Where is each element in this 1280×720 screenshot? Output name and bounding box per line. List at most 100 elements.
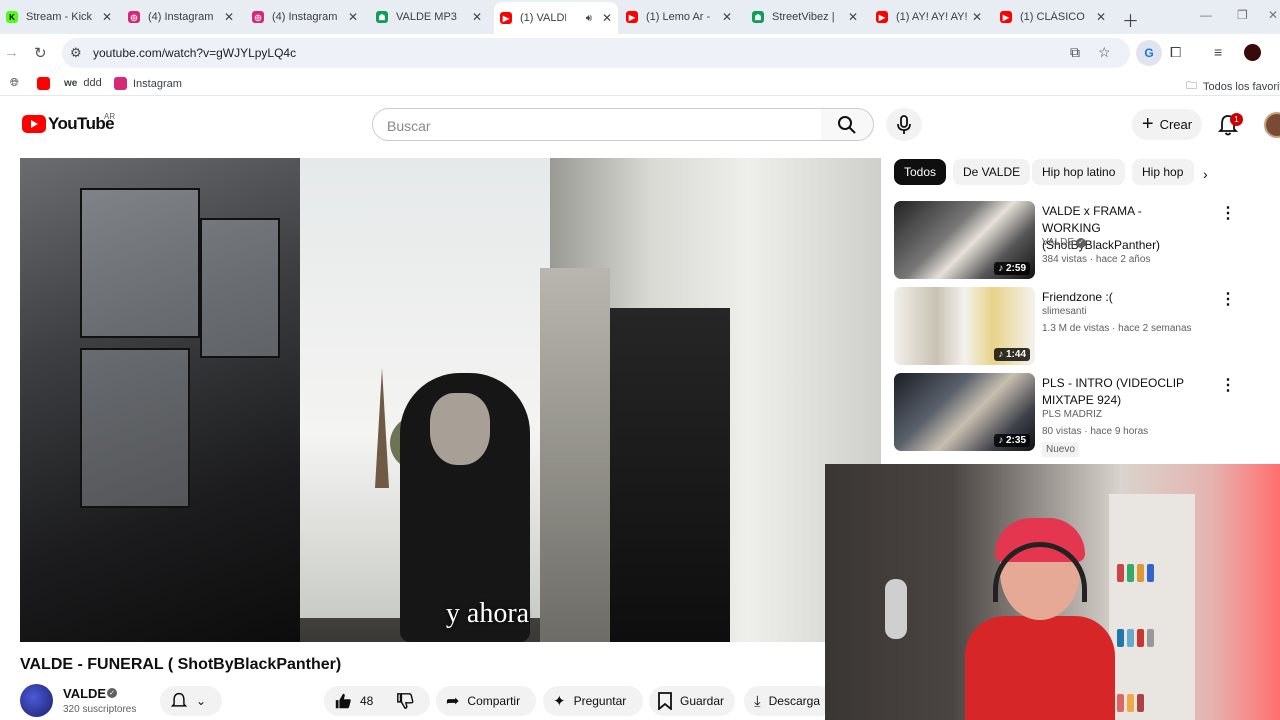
recommendation-item[interactable]: ♪ 2:35 PLS - INTRO (VIDEOCLIP MIXTAPE 92… xyxy=(894,373,1236,457)
instagram-icon: ◎ xyxy=(128,11,140,23)
sparkle-icon: ✦ xyxy=(553,693,566,710)
instagram-icon: ◎ xyxy=(252,11,264,23)
close-icon[interactable]: ✕ xyxy=(602,11,612,25)
youtube-logo[interactable]: YouTube xyxy=(22,114,115,134)
microphone-icon xyxy=(897,114,911,134)
close-icon[interactable]: ✕ xyxy=(848,10,858,24)
search-input[interactable]: Buscar xyxy=(372,108,822,141)
bookmark-ddd[interactable]: we ddd xyxy=(64,77,102,89)
browser-tab[interactable]: ▶ (1) Lemo Ar - ✕ xyxy=(620,4,738,30)
recommendation-title: Friendzone :( xyxy=(1042,290,1113,304)
video-thumbnail[interactable]: ♪ 2:59 xyxy=(894,201,1035,279)
recommendation-item[interactable]: ♪ 1:44 Friendzone :( slimesanti 1.3 M de… xyxy=(894,287,1236,367)
browser-profile-avatar[interactable] xyxy=(1244,44,1261,61)
download-icon: ⤓ xyxy=(754,692,761,710)
address-bar[interactable]: ⚙ youtube.com/watch?v=gWJYLpyLQ4c ⧉ ☆ xyxy=(62,38,1130,68)
recommendation-meta: 80 vistas · hace 9 horas xyxy=(1042,426,1149,437)
tab-label: (4) Instagram xyxy=(148,11,214,23)
extensions-icon[interactable]: ⧠ xyxy=(1170,44,1181,61)
save-label: Guardar xyxy=(680,694,725,708)
minimize-icon[interactable]: — xyxy=(1200,8,1212,22)
account-avatar[interactable] xyxy=(1264,112,1280,138)
bell-icon xyxy=(170,692,188,707)
duration-badge: ♪ 2:59 xyxy=(994,262,1030,275)
bookmark-youtube[interactable] xyxy=(37,77,50,90)
youtube-icon: ▶ xyxy=(1000,11,1012,23)
chip-from-valde[interactable]: De VALDE xyxy=(953,159,1031,185)
webcam-shelf xyxy=(1105,494,1195,720)
bookmark-star-icon[interactable]: ☆ xyxy=(1098,44,1111,61)
close-icon[interactable]: ✕ xyxy=(1096,10,1106,24)
chevron-right-icon[interactable]: › xyxy=(1203,166,1208,182)
chip-latin-hip-hop[interactable]: Hip hop latino xyxy=(1032,159,1126,185)
duration-text: 1:44 xyxy=(1005,349,1026,360)
browser-tab-active[interactable]: ▶ (1) VALDE 🔊︎ ✕ xyxy=(494,2,618,34)
new-tab-button[interactable]: ＋ xyxy=(1122,7,1139,32)
youtube-icon xyxy=(37,77,50,90)
reload-icon[interactable]: ↻ xyxy=(34,44,47,62)
chevron-down-icon: ⌄ xyxy=(196,694,207,708)
youtube-icon: ▶ xyxy=(626,11,638,23)
close-icon[interactable]: ✕ xyxy=(224,10,234,24)
browser-tab[interactable]: ◎ (4) Instagram ✕ xyxy=(246,4,364,30)
webcam-microphone xyxy=(885,579,907,639)
chip-all[interactable]: Todos xyxy=(894,159,947,185)
more-options-icon[interactable]: ⋮ xyxy=(1220,203,1236,223)
translate-icon[interactable]: G xyxy=(1136,40,1162,66)
browser-tab[interactable]: ☗ StreetVibez | ✕ xyxy=(746,4,864,30)
site-settings-icon[interactable]: ⚙ xyxy=(70,45,82,61)
browser-tab[interactable]: K Stream - Kick ✕ xyxy=(0,4,118,30)
video-thumbnail[interactable]: ♪ 2:35 xyxy=(894,373,1035,451)
video-thumbnail[interactable]: ♪ 1:44 xyxy=(894,287,1035,365)
install-app-icon[interactable]: ⧉ xyxy=(1070,44,1080,61)
close-icon[interactable]: ✕ xyxy=(348,10,358,24)
share-icon: ➦ xyxy=(446,693,460,710)
browser-tab[interactable]: ▶ (1) AY! AY! AY! ✕ xyxy=(870,4,988,30)
chip-hip-hop[interactable]: Hip hop xyxy=(1132,159,1194,185)
browser-tab[interactable]: ▶ (1) CLÁSICO ✕ xyxy=(994,4,1112,30)
bookmarks-folder-label: Todos los favoritos xyxy=(1203,80,1280,93)
webcam-overlay xyxy=(825,464,1280,720)
tab-label: (1) VALDE xyxy=(520,12,566,24)
channel-name[interactable]: VALDE xyxy=(63,686,106,701)
more-options-icon[interactable]: ⋮ xyxy=(1220,375,1236,395)
dislike-button[interactable] xyxy=(396,686,414,716)
ask-label: Preguntar xyxy=(573,694,627,708)
all-bookmarks-folder[interactable]: 🗀 Todos los favoritos xyxy=(1186,77,1280,96)
video-player[interactable]: y ahora xyxy=(20,158,881,642)
browser-toolbar: → ↻ ⚙ youtube.com/watch?v=gWJYLpyLQ4c ⧉ … xyxy=(0,34,1280,72)
create-button[interactable]: + Crear xyxy=(1132,109,1202,140)
folder-icon: 🗀 xyxy=(1186,80,1197,92)
voice-search-button[interactable] xyxy=(886,108,922,141)
close-icon[interactable]: ✕ xyxy=(472,10,482,24)
search-button[interactable] xyxy=(821,108,874,141)
close-icon[interactable]: ✕ xyxy=(102,10,112,24)
webcam-streamer xyxy=(965,518,1115,720)
bookmark-instagram[interactable]: Instagram xyxy=(114,77,182,90)
music-site-icon: ☗ xyxy=(376,11,388,23)
duration-badge: ♪ 1:44 xyxy=(994,348,1030,361)
close-icon[interactable]: ✕ xyxy=(722,10,732,24)
recommendation-item[interactable]: ♪ 2:59 VALDE x FRAMA - WORKING (ShotByBl… xyxy=(894,201,1236,281)
like-button[interactable]: 48 xyxy=(334,686,373,716)
channel-avatar[interactable] xyxy=(20,684,53,717)
globe-icon[interactable]: 🌐︎ xyxy=(10,77,19,90)
forward-icon[interactable]: → xyxy=(4,44,19,61)
recommendation-meta: 1.3 M de vistas · hace 2 semanas xyxy=(1042,323,1192,334)
recommendation-title: PLS - INTRO (VIDEOCLIP MIXTAPE 924) xyxy=(1042,376,1184,407)
tab-label: VALDE MP3 xyxy=(396,11,457,23)
close-icon[interactable]: ✕ xyxy=(972,10,982,24)
browser-tab[interactable]: ◎ (4) Instagram ✕ xyxy=(122,4,240,30)
restore-icon[interactable]: ❐ xyxy=(1237,8,1248,22)
bookmark-label: ddd xyxy=(83,77,102,89)
we-icon: we xyxy=(64,77,78,89)
speaker-icon[interactable]: 🔊︎ xyxy=(586,13,592,24)
tab-label: (1) Lemo Ar - xyxy=(646,11,711,23)
more-options-icon[interactable]: ⋮ xyxy=(1220,289,1236,309)
browser-tab[interactable]: ☗ VALDE MP3 ✕ xyxy=(370,4,488,30)
close-window-icon[interactable]: ✕ xyxy=(1268,8,1278,22)
media-controls-icon[interactable]: ≡ xyxy=(1214,44,1222,60)
verified-icon: ✓ xyxy=(1076,238,1086,248)
bookmarks-bar: 🌐︎ we ddd Instagram 🗀 Todos los favorito… xyxy=(0,72,1280,96)
bookmark-icon xyxy=(658,692,672,710)
